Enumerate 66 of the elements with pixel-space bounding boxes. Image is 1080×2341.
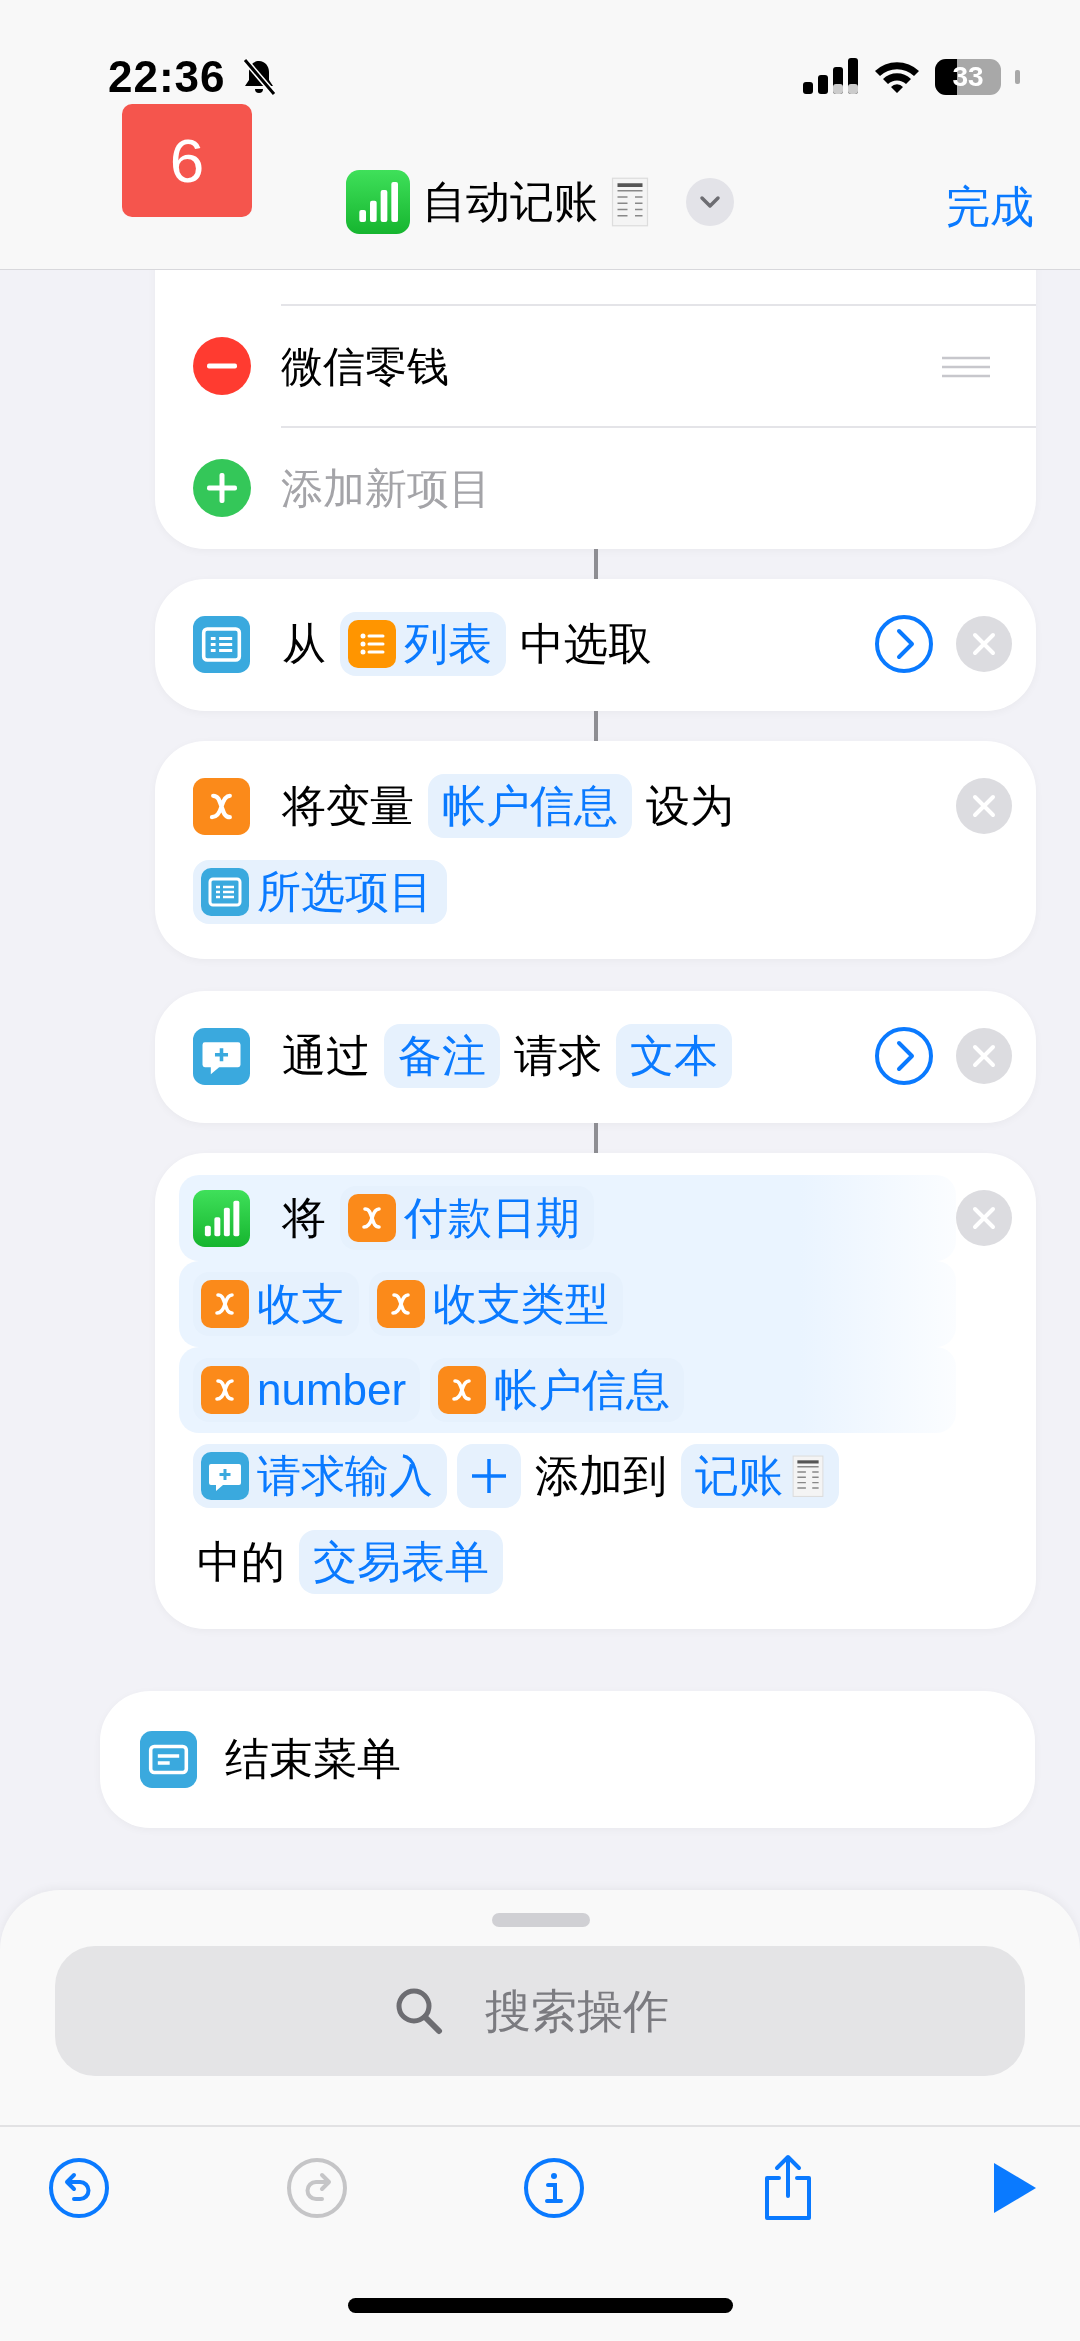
plus-icon (470, 1457, 508, 1495)
action-text: 中选取 (519, 617, 653, 670)
action-icon (140, 1731, 197, 1788)
variable-token[interactable]: number (193, 1358, 421, 1422)
step-number-badge: 6 (122, 104, 252, 217)
action-text: 中的 (196, 1535, 286, 1588)
clock-time: 22:36 (108, 52, 226, 102)
variable-icon (201, 1366, 249, 1414)
action-icon (193, 777, 250, 835)
variable-token[interactable]: 列表 (340, 612, 506, 676)
shortcut-icon (346, 170, 410, 234)
variable-token[interactable]: 付款日期 (340, 1186, 594, 1250)
receipt-icon (791, 1454, 825, 1498)
action-text: 结束菜单 (225, 1733, 401, 1785)
variable-token[interactable]: 帐户信息 (430, 1358, 685, 1422)
action-text: 从 (281, 617, 327, 670)
action-text: 将变量 (281, 779, 415, 832)
variable-icon (201, 1280, 249, 1328)
expand-chevron-button[interactable] (874, 1026, 934, 1086)
add-item-label[interactable]: 添加新项目 (281, 461, 491, 517)
done-button[interactable]: 完成 (946, 178, 1034, 237)
reorder-handle-icon[interactable] (942, 355, 990, 379)
battery-tip-icon (1015, 70, 1020, 84)
variable-token[interactable]: 请求输入 (193, 1444, 447, 1508)
search-field[interactable]: 搜索操作 (55, 1946, 1025, 2076)
variable-icon (348, 1194, 396, 1242)
chevron-down-icon (698, 194, 722, 210)
wifi-icon (873, 59, 921, 95)
variable-token[interactable]: 备注 (384, 1024, 500, 1088)
remove-item-icon[interactable] (193, 337, 251, 395)
action-text: 设为 (645, 779, 735, 832)
variable-token[interactable]: 所选项目 (193, 860, 447, 924)
add-parameter-button[interactable] (457, 1444, 521, 1508)
variable-token[interactable]: 收支 (193, 1272, 359, 1336)
variable-icon (438, 1366, 487, 1414)
action-text: 请求 (513, 1029, 603, 1082)
action-icon (193, 1189, 250, 1247)
add-item-icon[interactable] (193, 459, 251, 517)
list-item-label[interactable]: 微信零钱 (281, 339, 449, 395)
variable-token[interactable]: 交易表单 (299, 1530, 503, 1594)
title-menu-button[interactable] (686, 178, 734, 226)
close-icon (972, 632, 996, 656)
chevron-right-icon (874, 614, 934, 674)
info-button[interactable] (523, 2157, 585, 2219)
action-text: 通过 (281, 1029, 371, 1082)
close-icon (972, 1044, 996, 1068)
shortcut-title[interactable]: 自动记账 (422, 172, 598, 232)
list-icon (348, 620, 396, 668)
variable-token[interactable]: 文本 (616, 1024, 732, 1088)
close-icon (972, 1206, 996, 1230)
action-icon (193, 615, 250, 673)
undo-button[interactable] (48, 2157, 110, 2219)
variable-token[interactable]: 记账 (681, 1444, 839, 1508)
list-select-icon (201, 868, 249, 916)
action-text: 将 (281, 1191, 327, 1244)
ask-icon (201, 1452, 249, 1500)
variable-token[interactable]: 帐户信息 (428, 774, 632, 838)
close-icon (972, 794, 996, 818)
expand-chevron-button[interactable] (874, 614, 934, 674)
signal-icon (803, 58, 859, 96)
chevron-right-icon (874, 1026, 934, 1086)
action-icon (193, 1027, 250, 1085)
receipt-icon (610, 177, 650, 227)
action-text: 添加到 (534, 1449, 668, 1502)
variable-icon (377, 1280, 425, 1328)
variable-token[interactable]: 收支类型 (369, 1272, 623, 1336)
